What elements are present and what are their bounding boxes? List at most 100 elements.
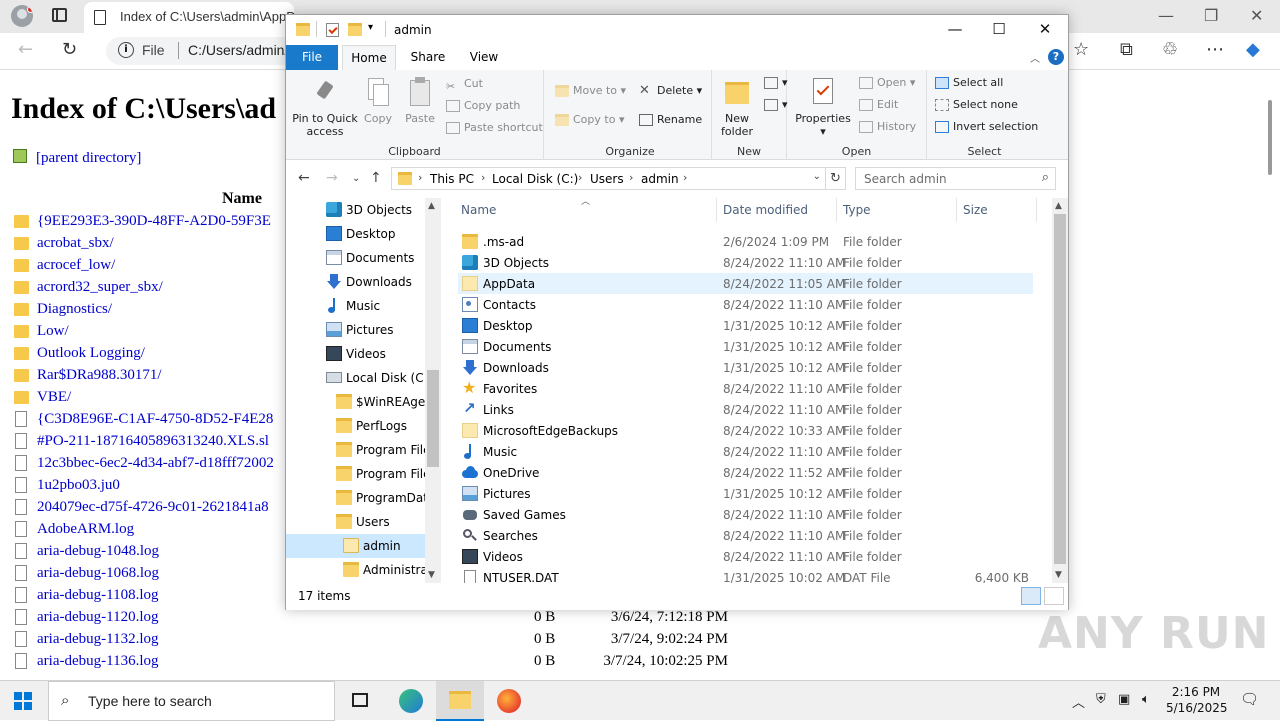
scroll-up-icon[interactable]: ▲ (428, 201, 435, 211)
column-divider[interactable] (716, 198, 717, 222)
new-folder-button[interactable]: New folder (714, 76, 760, 138)
copilot-icon[interactable]: ◆ (1246, 39, 1260, 60)
tab-actions-icon[interactable] (52, 8, 67, 22)
history-button[interactable]: History (859, 118, 916, 136)
security-icon[interactable]: ⛨ (1096, 692, 1106, 707)
rename-button[interactable]: Rename (639, 111, 702, 129)
nav-scrollbar[interactable]: ▲ ▼ (425, 198, 441, 583)
address-url[interactable]: C:/Users/admin/ (188, 42, 288, 58)
easy-access-button[interactable]: ▾ (764, 96, 788, 114)
show-hidden-icons-icon[interactable]: ︿ (1072, 692, 1085, 711)
network-icon[interactable]: ▣ (1118, 692, 1130, 707)
listing-link[interactable]: Outlook Logging/ (37, 345, 145, 362)
large-icons-view-icon[interactable] (1044, 587, 1064, 605)
select-all-button[interactable]: Select all (935, 74, 1003, 92)
listing-link[interactable]: acrord32_super_sbx/ (37, 279, 163, 296)
nav-item[interactable]: PerfLogs (286, 414, 426, 438)
tab-home[interactable]: Home (342, 45, 396, 70)
column-header-date[interactable]: Date modified (723, 203, 808, 217)
move-to-button[interactable]: Move to ▾ (555, 82, 626, 100)
scroll-down-icon[interactable]: ▼ (1055, 570, 1062, 580)
file-row[interactable]: MicrosoftEdgeBackups 8/24/2022 10:33 AM Fi… (458, 420, 1033, 441)
new-folder-quick-icon[interactable] (348, 23, 362, 36)
column-divider[interactable] (836, 198, 837, 222)
info-icon[interactable]: i (118, 42, 134, 58)
file-row[interactable]: Desktop 1/31/2025 10:12 AM File folder (458, 315, 1033, 336)
breadcrumb-chevron-icon[interactable]: › (418, 171, 422, 184)
tab-share[interactable]: Share (402, 45, 454, 70)
listing-link[interactable]: 1u2pbo03.ju0 (37, 477, 120, 494)
nav-item[interactable]: 3D Objects (286, 198, 426, 222)
breadcrumb-chevron-icon[interactable]: › (578, 171, 582, 184)
parent-directory-link[interactable]: [parent directory] (36, 150, 141, 167)
nav-item[interactable]: ProgramData (286, 486, 435, 510)
breadcrumb-this-pc[interactable]: This PC (430, 172, 474, 186)
nav-item[interactable]: Documents (286, 246, 426, 270)
listing-link[interactable]: 204079ec-d75f-4726-9c01-2621841a8 (37, 499, 269, 516)
back-icon[interactable]: ← (298, 170, 310, 186)
windows-start-icon[interactable] (14, 692, 32, 710)
column-divider[interactable] (956, 198, 957, 222)
invert-selection-button[interactable]: Invert selection (935, 118, 1038, 136)
breadcrumb-users[interactable]: Users (590, 172, 624, 186)
favorite-star-icon[interactable]: ☆ (1073, 39, 1089, 60)
notifications-icon[interactable]: 🗨︎ (1240, 690, 1259, 708)
page-scrollbar[interactable] (1262, 70, 1280, 680)
copy-path-button[interactable]: Copy path (446, 97, 520, 115)
nav-item[interactable]: Administrat (286, 558, 433, 582)
clock[interactable]: 2:16 PM 5/16/2025 (1166, 684, 1228, 716)
address-dropdown-icon[interactable]: ⌄ (813, 171, 821, 182)
paste-shortcut-button[interactable]: Paste shortcut (446, 119, 543, 137)
reload-icon[interactable]: ↻ (62, 39, 77, 60)
search-input[interactable]: Search admin ⌕ (855, 167, 1056, 190)
file-row[interactable]: Videos 8/24/2022 11:10 AM File folder (458, 546, 1033, 567)
task-view-icon[interactable] (337, 681, 385, 721)
listing-link[interactable]: Rar$DRa988.30171/ (37, 367, 162, 384)
pin-quick-access-button[interactable]: Pin to Quick access (290, 76, 360, 138)
scrollbar-thumb[interactable] (427, 370, 439, 467)
minimize-browser-icon[interactable]: — (1158, 6, 1174, 25)
properties-quick-icon[interactable] (326, 23, 339, 37)
file-explorer-taskbar-icon[interactable] (436, 681, 484, 721)
extensions-icon[interactable]: ♲ (1162, 39, 1178, 60)
listing-link[interactable]: acrocef_low/ (37, 257, 115, 274)
copy-to-button[interactable]: Copy to ▾ (555, 111, 624, 129)
listing-link[interactable]: aria-debug-1120.log (37, 609, 159, 626)
recent-locations-icon[interactable]: ⌄ (352, 173, 360, 184)
file-row[interactable]: Contacts 8/24/2022 11:10 AM File folder (458, 294, 1033, 315)
edge-taskbar-icon[interactable] (387, 681, 435, 721)
breadcrumb-local-disk[interactable]: Local Disk (C:) (492, 172, 578, 186)
listing-link[interactable]: aria-debug-1068.log (37, 565, 159, 582)
nav-item[interactable]: Downloads (286, 270, 426, 294)
column-header-size[interactable]: Size (963, 203, 988, 217)
listing-link[interactable]: aria-debug-1136.log (37, 653, 159, 670)
scrollbar-thumb[interactable] (1268, 100, 1272, 175)
file-list-scrollbar[interactable]: ▲ ▼ (1052, 198, 1068, 583)
file-row[interactable]: AppData 8/24/2022 11:05 AM File folder (458, 273, 1033, 294)
open-button[interactable]: Open ▾ (859, 74, 915, 92)
listing-link[interactable]: aria-debug-1048.log (37, 543, 159, 560)
breadcrumb-chevron-icon[interactable]: › (481, 171, 485, 184)
listing-link[interactable]: aria-debug-1132.log (37, 631, 159, 648)
file-row[interactable]: ★ Favorites 8/24/2022 11:10 AM File folder (458, 378, 1033, 399)
nav-item[interactable]: Desktop (286, 222, 426, 246)
listing-link[interactable]: Low/ (37, 323, 69, 340)
tab-view[interactable]: View (458, 45, 510, 70)
help-icon[interactable]: ? (1048, 49, 1064, 65)
name-column-header[interactable]: Name (222, 190, 262, 208)
breadcrumb-admin[interactable]: admin (641, 172, 679, 186)
more-menu-icon[interactable]: ⋯ (1206, 39, 1224, 60)
column-header-name[interactable]: Name (461, 203, 496, 217)
listing-link[interactable]: 12c3bbec-6ec2-4d34-abf7-d18fff72002 (37, 455, 274, 472)
customize-quick-access-icon[interactable]: ▾ (368, 22, 373, 33)
tab-file[interactable]: File (286, 45, 338, 70)
column-header-type[interactable]: Type (843, 203, 871, 217)
copy-button[interactable]: Copy (360, 76, 396, 125)
scroll-up-icon[interactable]: ▲ (1055, 201, 1062, 211)
edit-button[interactable]: Edit (859, 96, 898, 114)
browser-tab-active[interactable]: Index of C:\Users\admin\AppD (84, 2, 296, 33)
listing-link[interactable]: aria-debug-1108.log (37, 587, 159, 604)
volume-icon[interactable]: 🔈︎ (1142, 692, 1150, 707)
listing-link[interactable]: Diagnostics/ (37, 301, 112, 318)
new-item-button[interactable]: ▾ (764, 74, 788, 92)
